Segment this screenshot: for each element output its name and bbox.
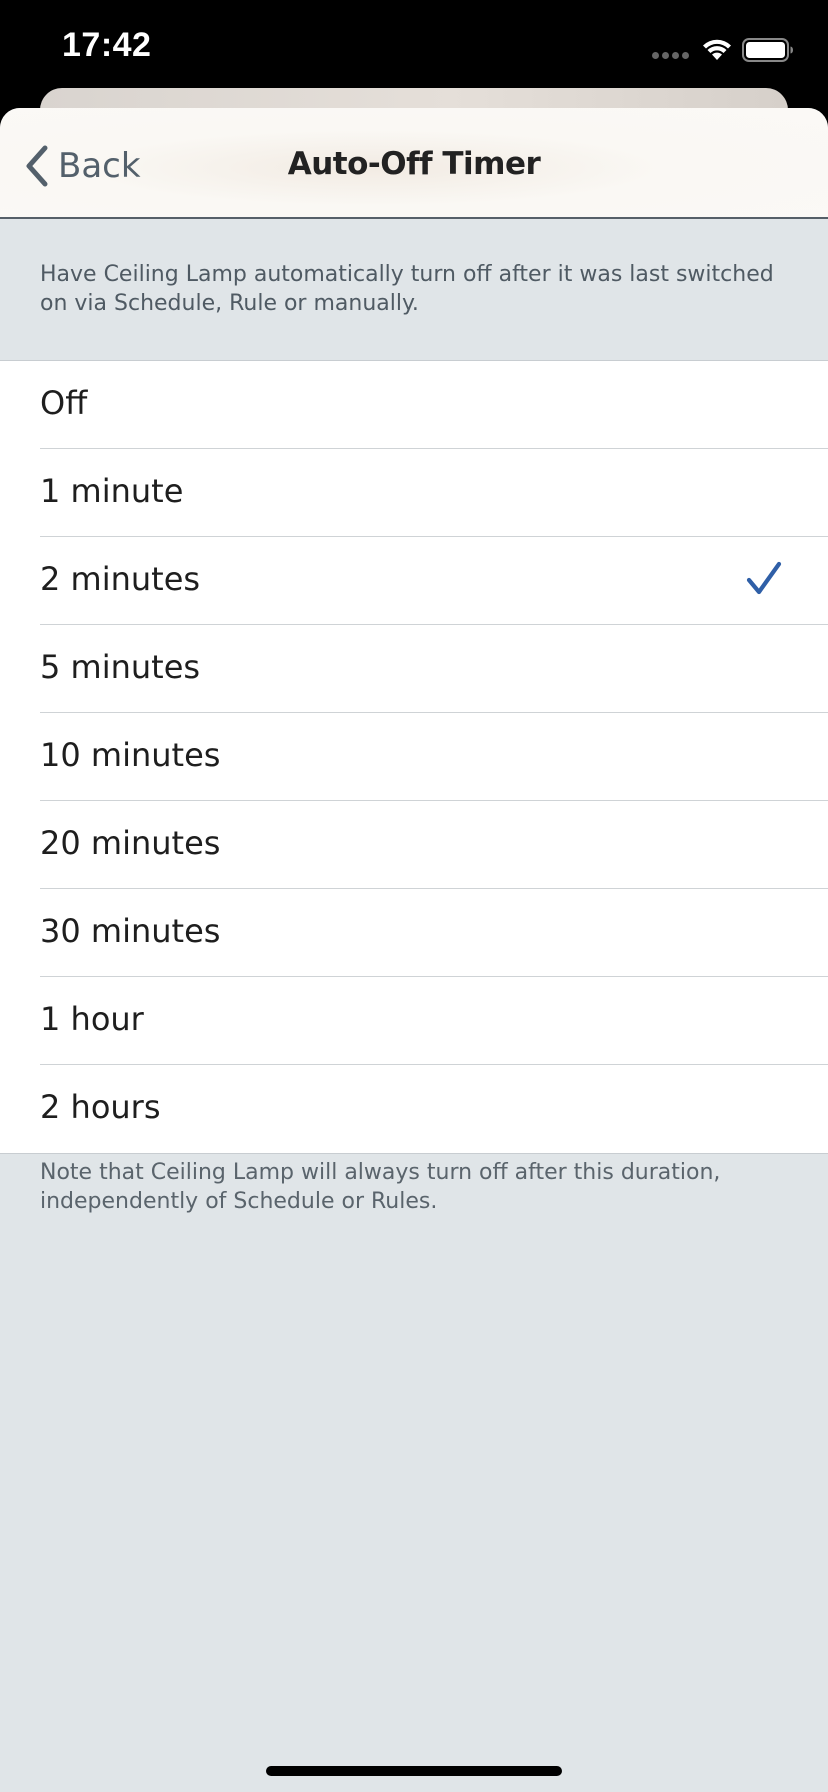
home-indicator	[266, 1766, 562, 1776]
duration-options-list: Off 1 minute 2 minutes 5 minutes 10 minutes 2…	[0, 360, 828, 1154]
option-row[interactable]: 5 minutes	[0, 625, 828, 713]
section-footer-note: Note that Ceiling Lamp will always turn …	[40, 1160, 721, 1214]
navigation-bar: Back Auto-Off Timer	[0, 108, 828, 219]
option-label: 5 minutes	[40, 648, 201, 686]
option-label: 20 minutes	[40, 824, 221, 862]
option-row[interactable]: 1 hour	[0, 977, 828, 1065]
option-label: 30 minutes	[40, 912, 221, 950]
wifi-icon	[703, 39, 731, 60]
option-row[interactable]: 30 minutes	[0, 889, 828, 977]
option-row[interactable]: 20 minutes	[0, 801, 828, 889]
option-label: Off	[40, 384, 88, 422]
option-row[interactable]: 2 hours	[0, 1065, 828, 1153]
option-label: 1 hour	[40, 1000, 144, 1038]
battery-icon	[742, 38, 793, 62]
option-label: 1 minute	[40, 472, 184, 510]
option-label: 2 minutes	[40, 560, 201, 598]
option-row[interactable]: 10 minutes	[0, 713, 828, 801]
status-bar: 17:42	[0, 0, 828, 100]
status-time: 17:42	[62, 26, 152, 64]
page-title: Auto-Off Timer	[287, 146, 541, 182]
option-row[interactable]: 1 minute	[0, 449, 828, 537]
cellular-signal-icon	[652, 52, 689, 59]
option-label: 2 hours	[40, 1088, 161, 1126]
section-header-note: Have Ceiling Lamp automatically turn off…	[40, 262, 774, 316]
modal-sheet: Back Auto-Off Timer Have Ceiling Lamp au…	[0, 108, 828, 1792]
checkmark-icon	[746, 561, 782, 595]
option-label: 10 minutes	[40, 736, 221, 774]
option-row[interactable]: 2 minutes	[0, 537, 828, 625]
option-row[interactable]: Off	[0, 361, 828, 449]
